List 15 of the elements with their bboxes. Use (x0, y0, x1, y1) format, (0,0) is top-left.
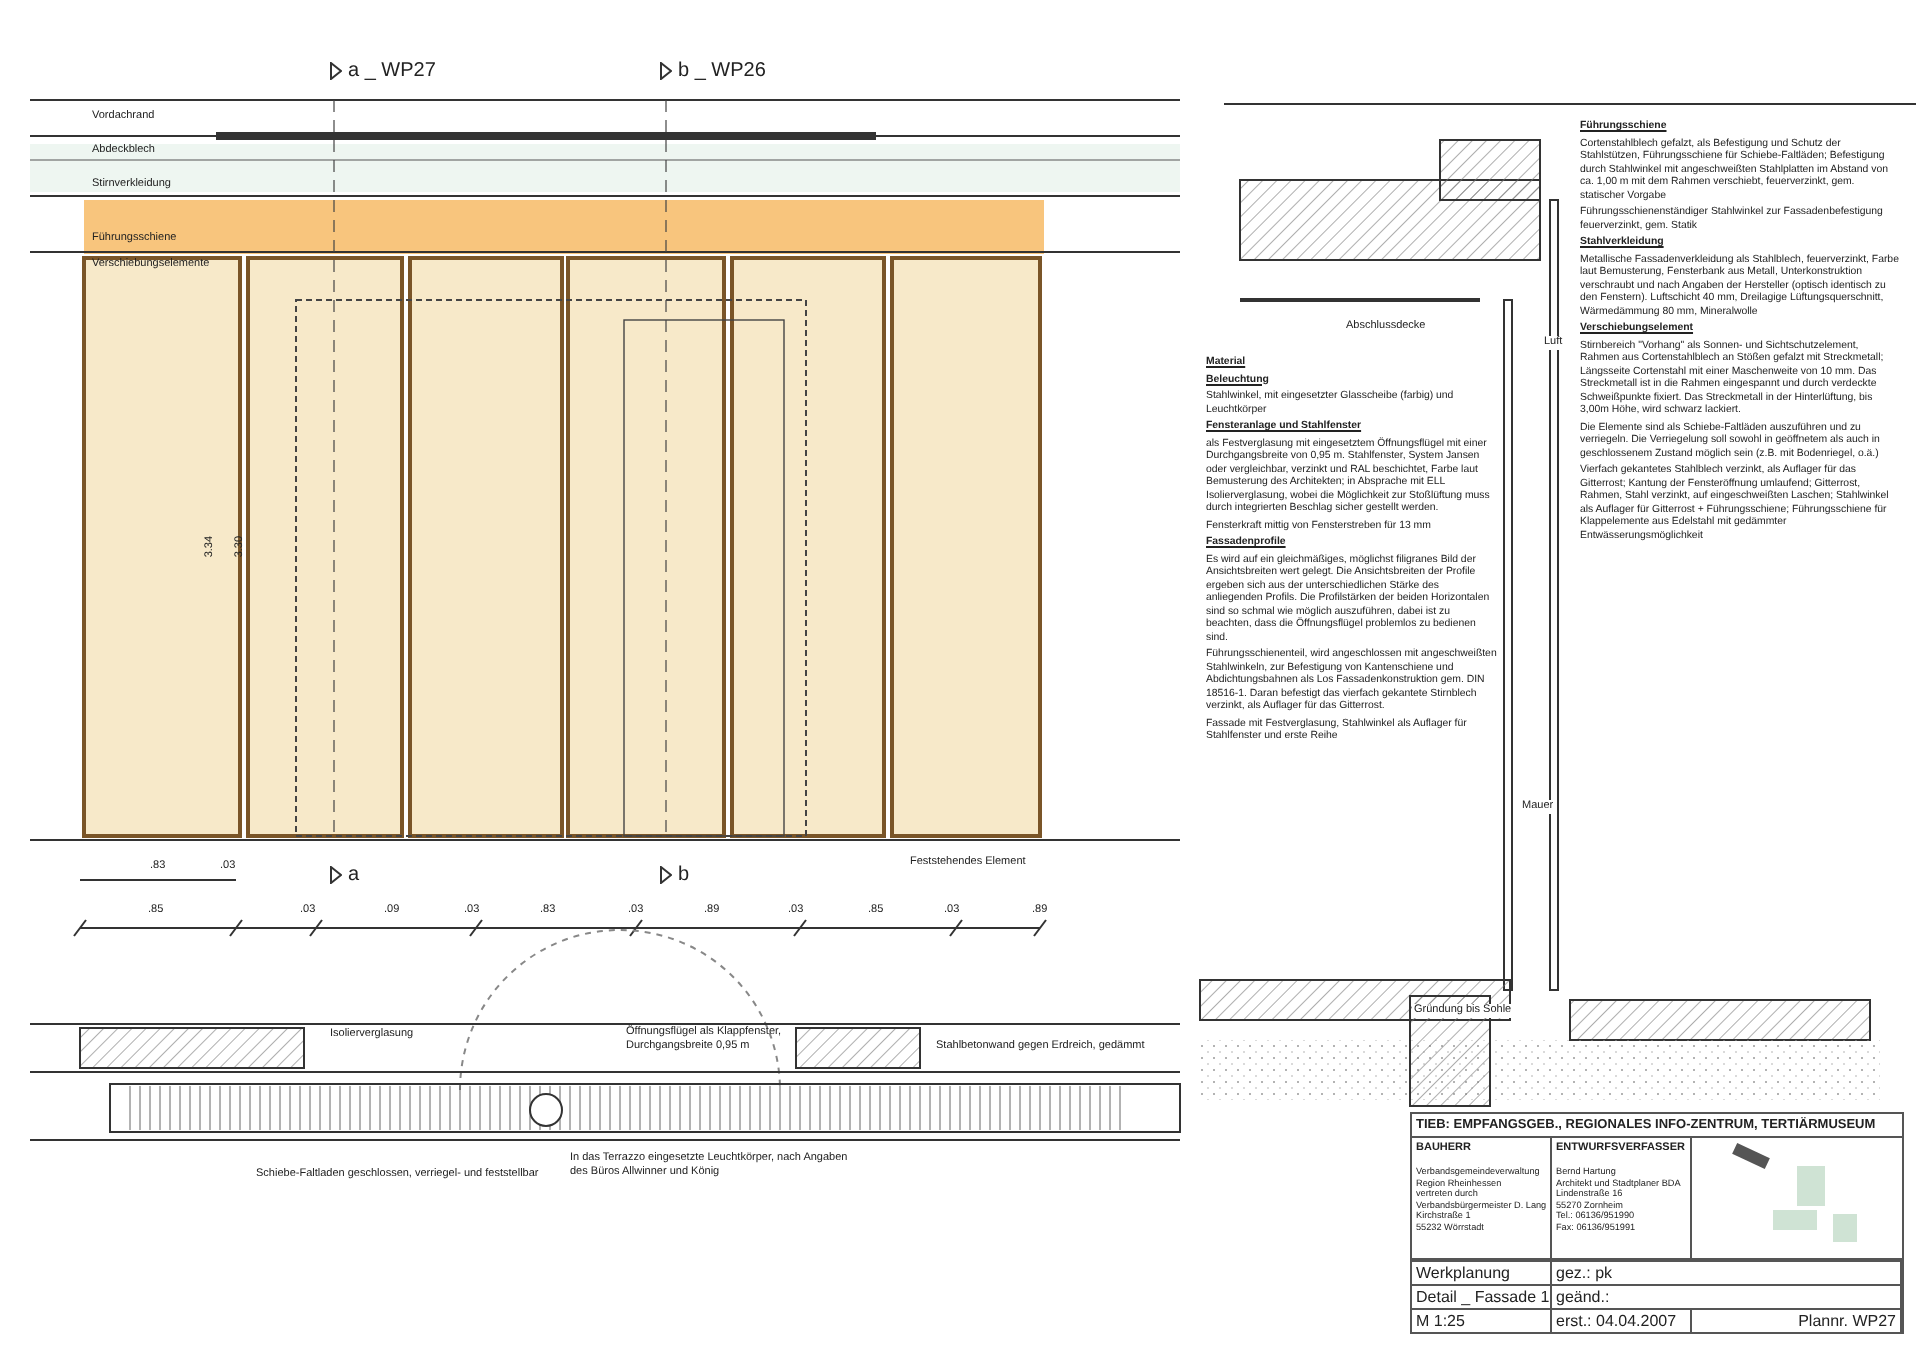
section-reference: a _ WP27 (348, 60, 436, 82)
section-reference: a (348, 864, 360, 886)
section-marker-icon (660, 62, 672, 80)
changed-field: geänd.: (1552, 1284, 1902, 1308)
scale-label: M 1:25 (1412, 1308, 1552, 1332)
section-marker-icon (330, 866, 342, 884)
planning-phase: Werkplanung (1412, 1260, 1552, 1284)
section-marker-icon (330, 62, 342, 80)
drawn-by: gez.: pk (1552, 1260, 1902, 1284)
created-date: erst.: 04.04.2007 (1552, 1308, 1692, 1332)
sheet-title: Detail _ Fassade 1 (1412, 1284, 1552, 1308)
section-reference: b (678, 864, 690, 886)
section-marker-icon (660, 866, 672, 884)
section-reference: b _ WP26 (678, 60, 766, 82)
plan-number: Plannr. WP27 (1692, 1308, 1902, 1332)
